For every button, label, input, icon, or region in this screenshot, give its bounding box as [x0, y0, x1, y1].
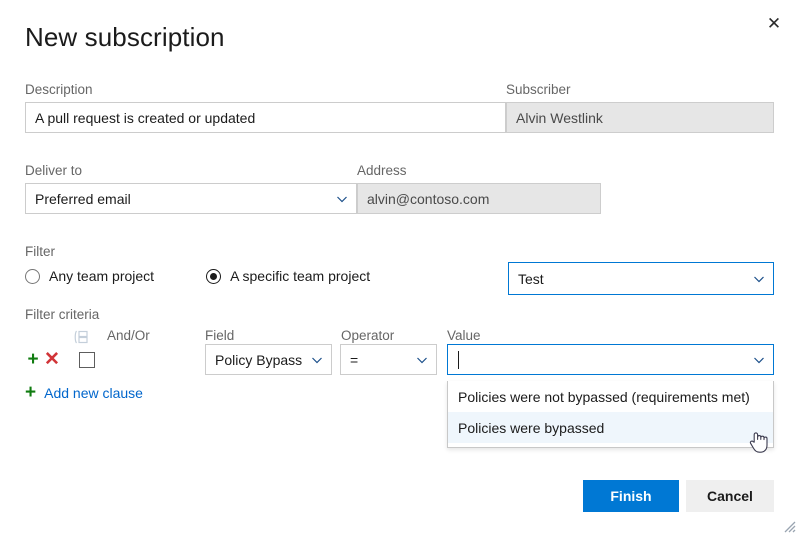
chevron-down-icon — [753, 273, 765, 285]
operator-select-value: = — [350, 352, 358, 368]
dropdown-option-policies-not-bypassed[interactable]: Policies were not bypassed (requirements… — [448, 381, 773, 412]
finish-button[interactable]: Finish — [583, 480, 679, 512]
subscriber-label: Subscriber — [506, 82, 774, 97]
text-caret — [458, 351, 459, 369]
deliver-to-value: Preferred email — [35, 191, 131, 207]
chevron-down-icon — [311, 354, 323, 366]
page-title: New subscription — [25, 22, 225, 53]
description-label: Description — [25, 82, 506, 97]
radio-specific-team-project-label: A specific team project — [230, 268, 370, 284]
filter-criteria-label: Filter criteria — [25, 307, 99, 322]
deliver-to-label: Deliver to — [25, 163, 357, 178]
chevron-down-icon — [416, 354, 428, 366]
plus-icon: + — [25, 383, 36, 402]
add-new-clause-link[interactable]: + Add new clause — [25, 383, 143, 402]
radio-specific-team-project[interactable]: A specific team project — [206, 268, 370, 284]
address-field-group: Address — [357, 163, 601, 214]
radio-any-team-project[interactable]: Any team project — [25, 268, 154, 284]
column-header-and-or: And/Or — [107, 328, 150, 343]
team-project-select[interactable]: Test — [508, 262, 774, 295]
address-label: Address — [357, 163, 601, 178]
column-header-operator: Operator — [341, 328, 394, 343]
resize-grip-icon[interactable] — [783, 520, 796, 533]
close-icon[interactable]: ✕ — [759, 8, 789, 38]
radio-mark-selected-icon — [206, 269, 221, 284]
cancel-button[interactable]: Cancel — [686, 480, 774, 512]
add-new-clause-label: Add new clause — [44, 385, 143, 401]
filter-label: Filter — [25, 244, 55, 259]
value-combobox[interactable] — [447, 344, 774, 375]
description-field-group: Description — [25, 82, 506, 133]
deliver-to-select[interactable]: Preferred email — [25, 183, 357, 214]
clause-group-icon — [73, 330, 88, 344]
column-header-value: Value — [447, 328, 481, 343]
value-dropdown-list: Policies were not bypassed (requirements… — [447, 381, 774, 448]
field-select-value: Policy Bypass — [215, 352, 302, 368]
subscriber-input — [506, 102, 774, 133]
chevron-down-icon — [753, 354, 765, 366]
delete-clause-row-icon[interactable]: ✕ — [44, 344, 60, 375]
column-header-field: Field — [205, 328, 234, 343]
dropdown-option-policies-bypassed[interactable]: Policies were bypassed — [448, 412, 773, 443]
chevron-down-icon — [336, 193, 348, 205]
filter-scope-radio-group: Any team project A specific team project — [25, 268, 370, 284]
operator-select[interactable]: = — [340, 344, 437, 375]
description-input[interactable] — [25, 102, 506, 133]
subscriber-field-group: Subscriber — [506, 82, 774, 133]
team-project-value: Test — [518, 271, 544, 287]
clause-select-checkbox[interactable] — [79, 352, 95, 368]
deliver-to-field-group: Deliver to Preferred email — [25, 163, 357, 214]
radio-any-team-project-label: Any team project — [49, 268, 154, 284]
address-input — [357, 183, 601, 214]
new-subscription-dialog: ✕ New subscription Description Subscribe… — [0, 0, 799, 536]
field-select[interactable]: Policy Bypass — [205, 344, 332, 375]
add-clause-row-icon[interactable]: + — [25, 344, 41, 375]
radio-mark-icon — [25, 269, 40, 284]
